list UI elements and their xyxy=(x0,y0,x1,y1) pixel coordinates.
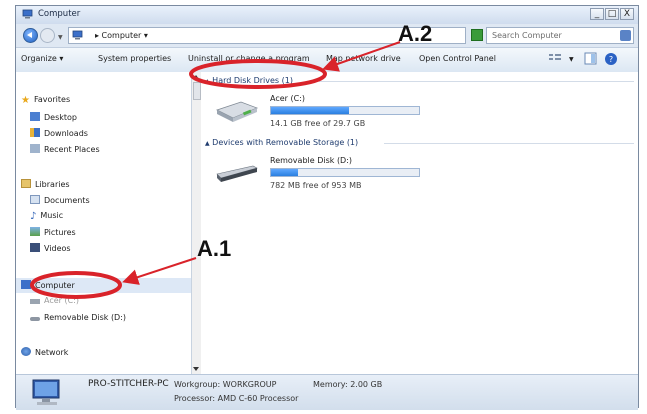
sidebar-item-removable-disk[interactable]: Removable Disk (D:) xyxy=(30,313,126,322)
hard-disk-group-header[interactable]: ▲ Hard Disk Drives (1) xyxy=(205,76,293,85)
hard-drive-icon xyxy=(30,299,40,304)
computer-icon xyxy=(22,9,33,19)
annotation-label-a1: A.1 xyxy=(197,236,232,261)
organize-button[interactable]: Organize ▾ xyxy=(21,54,63,63)
pictures-icon xyxy=(30,227,40,236)
system-properties-button[interactable]: System properties xyxy=(98,54,171,63)
removable-disk-icon[interactable] xyxy=(213,162,261,186)
sidebar-item-recent-places[interactable]: Recent Places xyxy=(30,144,100,154)
computer-icon xyxy=(72,30,83,40)
help-icon[interactable]: ? xyxy=(604,52,618,66)
sidebar-item-label: Documents xyxy=(44,196,90,205)
sidebar-item-downloads[interactable]: Downloads xyxy=(30,128,88,138)
sidebar-item-favorites[interactable]: ★ Favorites xyxy=(21,95,71,106)
sidebar-item-libraries[interactable]: Libraries xyxy=(21,179,70,189)
scroll-down-icon[interactable] xyxy=(193,367,199,371)
computer-icon xyxy=(32,379,60,405)
back-arrow-icon xyxy=(27,32,32,38)
scroll-thumb[interactable] xyxy=(193,82,201,100)
libraries-icon xyxy=(21,179,31,188)
sidebar-item-label: Acer (C:) xyxy=(44,296,80,305)
scroll-up-icon[interactable] xyxy=(193,75,199,79)
removable-disk-icon xyxy=(30,317,40,321)
sidebar-item-music[interactable]: ♪ Music xyxy=(30,211,64,222)
explorer-window: Computer _ □ X ▼ ▸ Computer ▾ Search Com… xyxy=(15,5,639,410)
memory-text: Memory: 2.00 GB xyxy=(313,380,383,389)
drive-usage-fill xyxy=(271,169,298,176)
annotation-label-a2: A.2 xyxy=(398,21,433,46)
star-icon: ★ xyxy=(21,95,30,106)
sidebar-item-label: Libraries xyxy=(35,180,70,189)
collapse-icon[interactable]: ▲ xyxy=(205,78,210,85)
computer-icon xyxy=(21,280,31,289)
drive-usage-fill xyxy=(271,107,349,114)
content-pane: ▲ Hard Disk Drives (1) Acer (C:) 14.1 GB… xyxy=(201,72,638,374)
search-icon[interactable] xyxy=(620,30,631,41)
search-placeholder: Search Computer xyxy=(492,31,562,40)
address-path: ▸ Computer ▾ xyxy=(95,31,148,40)
title-bar[interactable]: Computer _ □ X xyxy=(16,6,638,24)
documents-icon xyxy=(30,195,40,204)
sidebar-item-desktop[interactable]: Desktop xyxy=(30,112,77,122)
group-divider xyxy=(319,81,634,82)
sidebar-item-label: Pictures xyxy=(44,228,76,237)
downloads-icon xyxy=(30,128,40,137)
drive-usage-bar xyxy=(270,106,420,115)
map-network-drive-button[interactable]: Map network drive xyxy=(326,54,401,63)
view-dropdown-icon[interactable]: ▼ xyxy=(569,56,574,63)
preview-pane-icon[interactable] xyxy=(584,52,598,66)
network-icon xyxy=(21,347,31,356)
details-pane: PRO-STITCHER-PC Workgroup: WORKGROUP Mem… xyxy=(16,374,638,410)
group-divider xyxy=(384,143,634,144)
window-title: Computer xyxy=(38,9,81,19)
hard-drive-icon[interactable] xyxy=(213,96,261,124)
pc-name: PRO-STITCHER-PC xyxy=(88,379,169,389)
sidebar-item-label: Network xyxy=(35,348,69,357)
sidebar-item-label: Removable Disk (D:) xyxy=(44,313,127,322)
sidebar-item-label: Desktop xyxy=(44,113,77,122)
search-input[interactable]: Search Computer xyxy=(486,27,634,44)
navigation-pane: ★ Favorites Desktop Downloads Recent Plac… xyxy=(16,72,192,374)
sidebar-item-label: Computer xyxy=(35,281,75,290)
navigation-scrollbar[interactable] xyxy=(191,72,201,374)
sidebar-item-documents[interactable]: Documents xyxy=(30,195,90,205)
music-icon: ♪ xyxy=(30,211,37,222)
svg-text:?: ? xyxy=(609,55,613,64)
videos-icon xyxy=(30,243,40,252)
view-options-icon[interactable] xyxy=(548,52,564,64)
removable-group-header[interactable]: ▲ Devices with Removable Storage (1) xyxy=(205,138,358,147)
refresh-icon[interactable] xyxy=(471,29,483,41)
back-button[interactable] xyxy=(23,28,38,43)
sidebar-item-videos[interactable]: Videos xyxy=(30,243,71,253)
sidebar-item-pictures[interactable]: Pictures xyxy=(30,227,76,237)
minimize-button[interactable]: _ xyxy=(590,8,604,20)
uninstall-program-button[interactable]: Uninstall or change a program xyxy=(188,54,310,63)
sidebar-item-label: Recent Places xyxy=(44,145,100,154)
sidebar-item-label: Downloads xyxy=(44,129,88,138)
recent-places-icon xyxy=(30,144,40,153)
command-bar: Organize ▾ System properties Uninstall o… xyxy=(16,47,638,73)
recent-pages-dropdown-icon[interactable]: ▼ xyxy=(58,34,63,41)
collapse-icon[interactable]: ▲ xyxy=(205,140,210,147)
sidebar-item-label: Videos xyxy=(44,244,71,253)
drive-free-space: 782 MB free of 953 MB xyxy=(270,181,362,190)
desktop-icon xyxy=(30,112,40,121)
processor-text: Processor: AMD C-60 Processor xyxy=(174,394,299,403)
sidebar-item-network[interactable]: Network xyxy=(21,347,68,357)
drive-usage-bar xyxy=(270,168,420,177)
close-button[interactable]: X xyxy=(620,8,634,20)
workgroup-text: Workgroup: WORKGROUP xyxy=(174,380,277,389)
sidebar-item-acer-drive[interactable]: Acer (C:) xyxy=(30,296,79,305)
sidebar-item-label: Favorites xyxy=(33,95,71,104)
address-row: ▼ ▸ Computer ▾ Search Computer xyxy=(16,25,638,47)
maximize-button[interactable]: □ xyxy=(605,8,619,20)
open-control-panel-button[interactable]: Open Control Panel xyxy=(419,54,496,63)
sidebar-item-label: Music xyxy=(40,211,64,220)
drive-free-space: 14.1 GB free of 29.7 GB xyxy=(270,119,366,128)
forward-button[interactable] xyxy=(40,28,55,43)
sidebar-item-computer[interactable]: Computer xyxy=(16,278,191,293)
drive-name[interactable]: Acer (C:) xyxy=(270,94,305,103)
drive-name[interactable]: Removable Disk (D:) xyxy=(270,156,352,165)
